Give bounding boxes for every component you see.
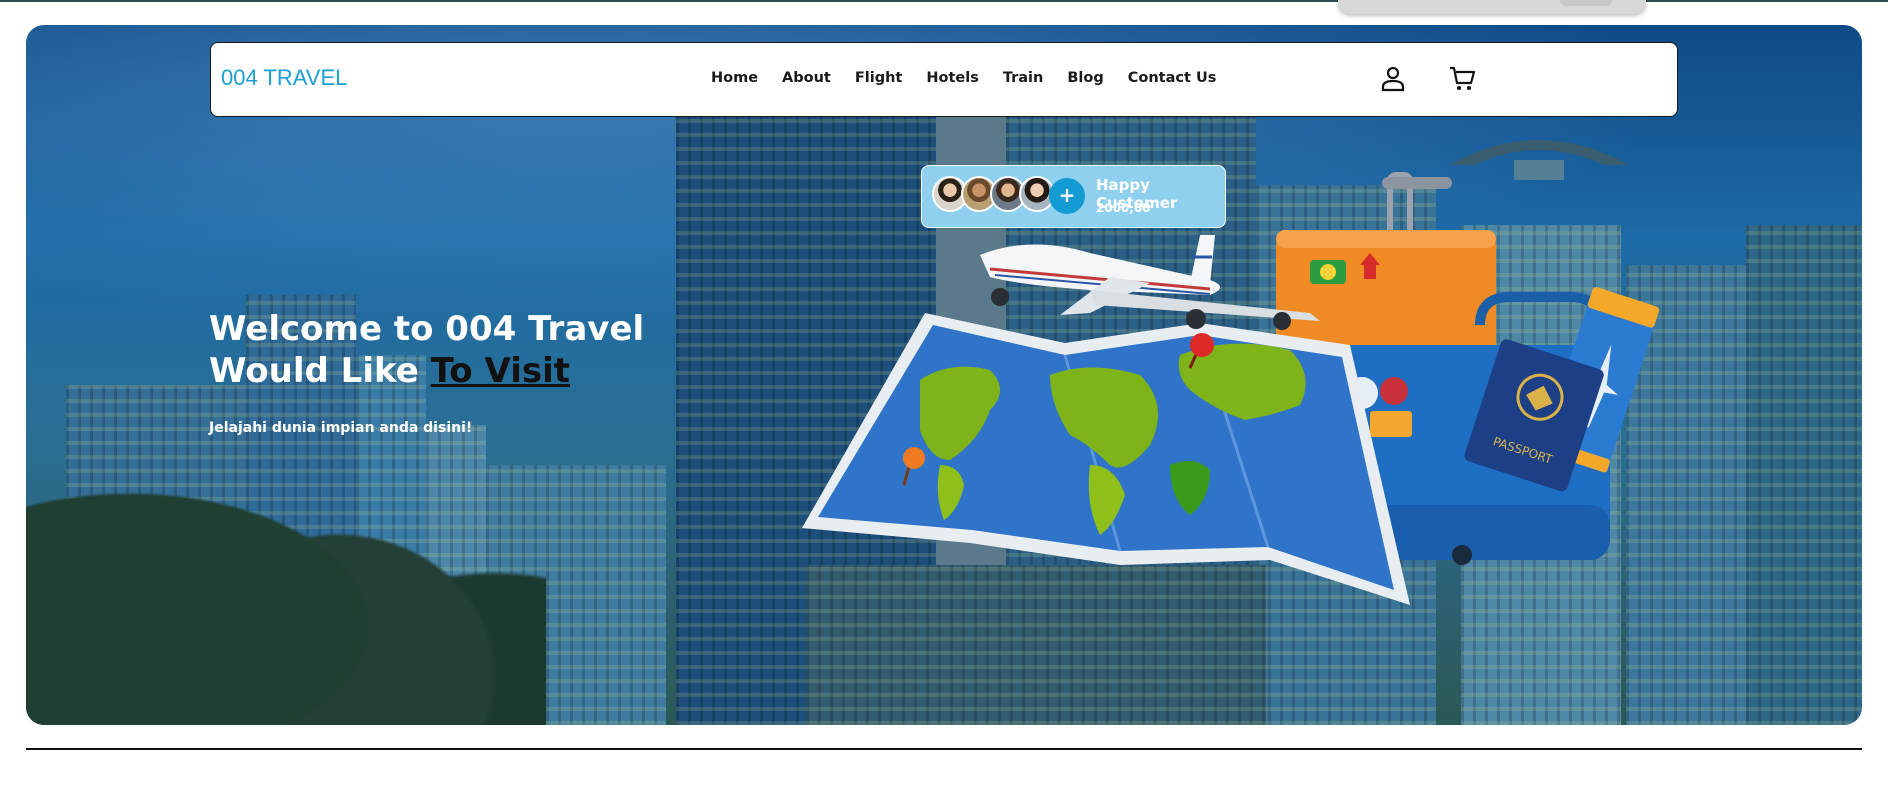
happy-customer-card: + Happy Customer 2000,00 [921,165,1226,228]
airplane [980,235,1320,330]
trees [26,395,546,725]
nav-link-hotels[interactable]: Hotels [926,70,978,86]
nav-links: Home About Flight Hotels Train Blog Cont… [711,70,1240,86]
add-customer-button[interactable]: + [1049,178,1085,214]
world-map [802,313,1410,605]
section-divider [26,748,1862,750]
top-overlay-tab [1338,0,1646,14]
hero-title-line2: Would Like To Visit [209,350,644,392]
user-icon[interactable] [1378,63,1408,93]
nav-link-train[interactable]: Train [1003,70,1044,86]
happy-customer-count: 2000,00 [1096,201,1151,215]
nav-link-home[interactable]: Home [711,70,758,86]
hero-title-line1: Welcome to 004 Travel [209,309,645,349]
hero-title-highlight[interactable]: To Visit [431,351,570,391]
nav-link-about[interactable]: About [782,70,831,86]
travel-illustration: PASSPORT [802,172,1660,605]
brand-logo[interactable]: 004 TRAVEL [221,65,347,91]
hero-title: Welcome to 004 Travel Would Like To Visi… [209,308,644,392]
hero-subtitle: Jelajahi dunia impian anda disini! [209,420,473,436]
nav-link-blog[interactable]: Blog [1067,70,1103,86]
nav-link-flight[interactable]: Flight [855,70,902,86]
cart-icon[interactable] [1447,63,1477,93]
hero-title-prefix: Would Like [209,351,431,391]
navbar: 004 TRAVEL Home About Flight Hotels Trai… [210,42,1678,117]
nav-link-contact[interactable]: Contact Us [1128,70,1217,86]
building [1746,225,1862,725]
